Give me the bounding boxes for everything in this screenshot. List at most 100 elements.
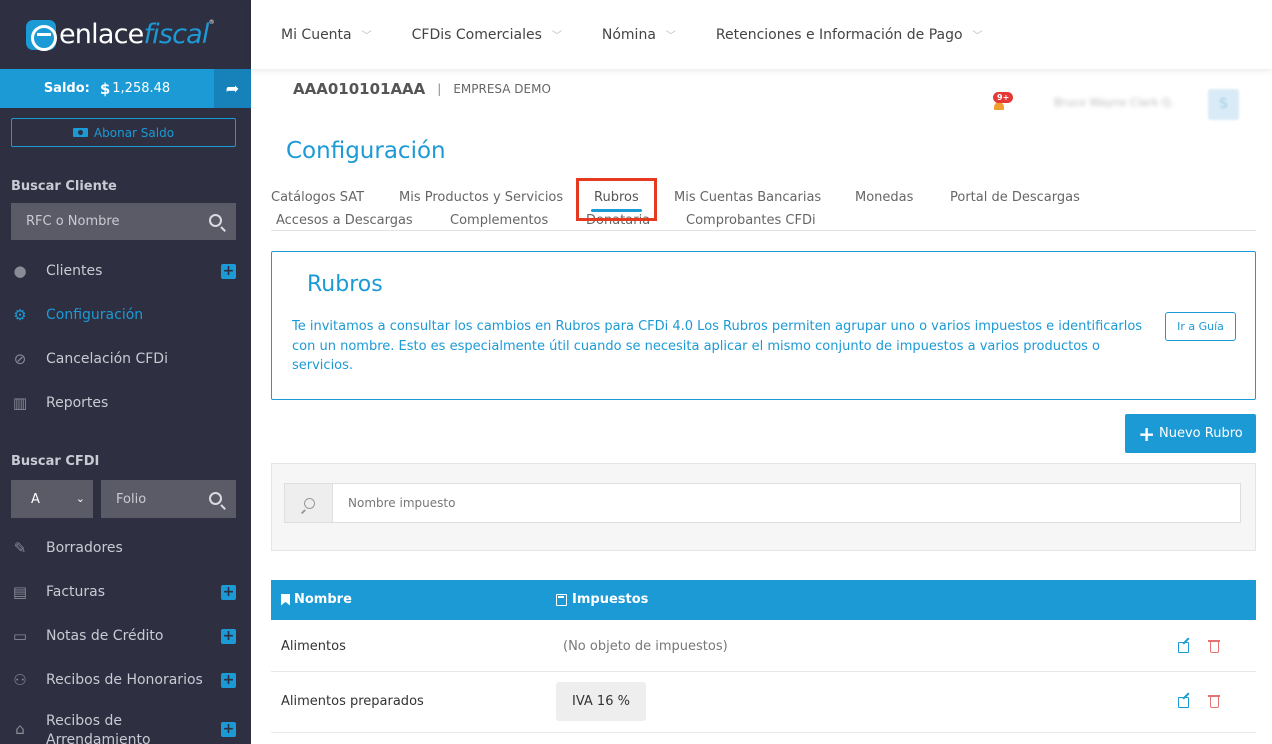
gear-icon: ⚙: [13, 306, 27, 324]
chevron-down-icon: ﹀: [361, 31, 372, 42]
trash-icon[interactable]: [1208, 695, 1220, 708]
menu-retenciones[interactable]: Retenciones e Información de Pago ﹀: [716, 27, 983, 43]
page-title: Configuración: [286, 138, 446, 164]
search-icon: [303, 497, 315, 509]
calculator-icon: [556, 593, 567, 606]
edit-icon[interactable]: [1178, 642, 1189, 653]
tab-complementos[interactable]: Complementos: [450, 213, 548, 228]
add-cliente-button[interactable]: +: [221, 263, 236, 279]
sidebar-item-honorarios[interactable]: ⚇ Recibos de Honorarios +: [0, 665, 251, 695]
rubro-taxes: (No objeto de impuestos): [563, 639, 728, 654]
menu-label: Nómina: [601, 26, 656, 43]
folio-search-input[interactable]: Folio: [101, 480, 236, 518]
tab-monedas[interactable]: Monedas: [855, 190, 913, 205]
sidebar-item-label: Recibos de Arrendamiento: [46, 713, 151, 744]
search-addon: [284, 483, 333, 523]
tab-cuentas-bancarias[interactable]: Mis Cuentas Bancarias: [674, 190, 821, 205]
chevron-down-icon: ﹀: [551, 31, 562, 42]
logo-icon: [26, 19, 57, 51]
user-name[interactable]: Bruce Wayne Clark Q.: [1054, 96, 1174, 109]
sidebar-item-label: Facturas: [46, 584, 106, 600]
chevron-down-icon: ﹀: [665, 31, 676, 42]
document-icon: ▤: [12, 583, 28, 601]
menu-label: CFDis Comerciales: [411, 26, 542, 43]
menu-mi-cuenta[interactable]: Mi Cuenta ﹀: [281, 27, 372, 43]
notification-bell-icon[interactable]: 9+: [992, 92, 1014, 110]
menu-cfdis-comerciales[interactable]: CFDis Comerciales ﹀: [412, 27, 562, 43]
tab-portal-descargas[interactable]: Portal de Descargas: [950, 190, 1080, 205]
saldo-amount: 1,258.48: [112, 81, 171, 96]
sidebar-item-notas-credito[interactable]: ▭ Notas de Crédito +: [0, 621, 251, 651]
table-row: Alimentos (No objeto de impuestos): [271, 620, 1256, 672]
filter-panel: Nombre impuesto: [271, 463, 1256, 551]
saldo-display: Saldo: $ 1,258.48: [0, 69, 214, 108]
credit-card-icon: ▭: [12, 627, 28, 645]
tab-mis-productos[interactable]: Mis Productos y Servicios: [399, 190, 563, 205]
tax-search-input[interactable]: Nombre impuesto: [332, 483, 1241, 523]
sidebar-item-arrendamiento[interactable]: ⌂ Recibos de Arrendamiento +: [0, 712, 251, 744]
brand-name: enlacefiscal®: [59, 19, 215, 50]
abonar-saldo-label: Abonar Saldo: [93, 125, 175, 140]
abonar-saldo-button[interactable]: Abonar Saldo: [11, 118, 236, 147]
sidebar-item-configuracion[interactable]: ⚙ Configuración: [0, 300, 251, 330]
search-icon[interactable]: [209, 492, 222, 505]
client-search-input[interactable]: RFC o Nombre: [11, 203, 236, 240]
sidebar-item-cancelacion[interactable]: ⊘ Cancelación CFDi: [0, 344, 251, 374]
home-icon: ⌂: [15, 720, 25, 738]
saldo-bar: Saldo: $ 1,258.48 ➦: [0, 69, 251, 108]
sidebar-item-facturas[interactable]: ▤ Facturas +: [0, 577, 251, 607]
plus-icon: +: [1138, 421, 1156, 446]
new-rubro-button[interactable]: + Nuevo Rubro: [1125, 414, 1256, 453]
notification-badge: 9+: [993, 92, 1014, 103]
company-rfc: AAA010101AAA: [293, 80, 426, 98]
header-nombre[interactable]: Nombre: [281, 592, 352, 607]
tab-accesos-descargas[interactable]: Accesos a Descargas: [276, 213, 413, 228]
saldo-currency: $: [99, 79, 111, 98]
top-navigation: Mi Cuenta ﹀ CFDis Comerciales ﹀ Nómina ﹀ Re…: [251, 0, 1272, 69]
bookmark-icon: [281, 593, 290, 606]
buscar-cfdi-title: Buscar CFDI: [11, 454, 100, 469]
sidebar-item-borradores[interactable]: ✎ Borradores: [0, 533, 251, 563]
tabs-divider: [271, 230, 1256, 231]
menu-label: Mi Cuenta: [281, 26, 352, 43]
sidebar-item-label: Reportes: [46, 395, 109, 411]
add-factura-button[interactable]: +: [221, 584, 236, 600]
highlight-box: [576, 178, 657, 221]
sidebar-item-label: Borradores: [46, 540, 123, 556]
sidebar-item-label: Configuración: [46, 307, 144, 323]
info-title: Rubros: [307, 272, 383, 297]
add-arrendamiento-button[interactable]: +: [221, 722, 236, 737]
bar-chart-icon: ▥: [12, 394, 28, 412]
header-label: Nombre: [294, 592, 352, 607]
add-honorarios-button[interactable]: +: [221, 672, 236, 688]
add-nota-credito-button[interactable]: +: [221, 628, 236, 644]
sidebar-item-reportes[interactable]: ▥ Reportes: [0, 388, 251, 418]
company-name: EMPRESA DEMO: [453, 82, 551, 96]
folio-placeholder: Folio: [116, 491, 147, 507]
share-icon[interactable]: ➦: [214, 69, 251, 108]
users-icon: ⚇: [13, 671, 27, 689]
info-card: Rubros Te invitamos a consultar los camb…: [271, 251, 1256, 400]
money-icon: [72, 128, 88, 137]
saldo-label: Saldo:: [43, 81, 90, 96]
serie-select[interactable]: A ⌄: [11, 480, 93, 518]
edit-doc-icon: ✎: [13, 539, 27, 557]
trash-icon[interactable]: [1208, 640, 1220, 653]
client-search-placeholder: RFC o Nombre: [26, 214, 120, 229]
header-impuestos[interactable]: Impuestos: [556, 592, 648, 607]
bell-shape: [994, 102, 1004, 110]
search-placeholder: Nombre impuesto: [348, 496, 456, 510]
sidebar-item-clientes[interactable]: ● Clientes +: [0, 256, 251, 286]
brand-logo[interactable]: enlacefiscal®: [0, 0, 251, 69]
table-header: Nombre Impuestos: [271, 580, 1256, 620]
tab-comprobantes-cfdi[interactable]: Comprobantes CFDi: [686, 213, 816, 228]
rubro-name: Alimentos preparados: [281, 694, 424, 709]
sidebar-item-label: Clientes: [46, 263, 103, 279]
search-icon[interactable]: [209, 214, 222, 227]
table-row: Alimentos preparados IVA 16 %: [271, 672, 1256, 733]
menu-nomina[interactable]: Nómina ﹀: [602, 27, 676, 43]
guide-button[interactable]: Ir a Guía: [1165, 312, 1236, 341]
tab-catalogos-sat[interactable]: Catálogos SAT: [271, 190, 364, 205]
avatar[interactable]: S: [1208, 89, 1239, 120]
edit-icon[interactable]: [1178, 697, 1189, 708]
